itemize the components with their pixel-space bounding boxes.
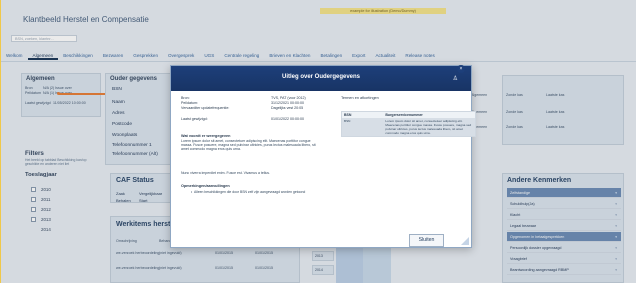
terms-title: Termen en afkortingen xyxy=(341,96,379,100)
section-title: Opmerkingen/aanvullingen xyxy=(181,184,230,188)
modal-field-value: 01/01/2022 00:00:00 xyxy=(271,117,304,121)
modal-title: Uitleg over Oudergegevens xyxy=(281,74,361,80)
modal-header: Uitleg over Oudergegevens × ♙ xyxy=(171,65,471,91)
terms-table: BSN Burgerservicenummer BSN Lorem ipsum … xyxy=(341,111,476,137)
section-text: Nunc viverra imperdiet enim. Fusce est. … xyxy=(181,171,271,175)
modal-field-value: TVS, PAT (voor 2012) xyxy=(271,96,306,100)
modal-body: Bron: TVS, PAT (voor 2012) Peildatum: 31… xyxy=(181,96,476,247)
terms-table-row: BSN Lorem ipsum dolor sit amet, consecte… xyxy=(342,118,475,136)
person-icon: ♙ xyxy=(452,76,458,82)
modal-field-label: Bron: xyxy=(181,96,190,100)
uitleg-modal: Uitleg over Oudergegevens × ♙ Bron: TVS,… xyxy=(170,65,476,248)
note-bullet: Alleen beschikkingen die door BSN zelf z… xyxy=(191,190,324,194)
close-button[interactable]: Sluiten xyxy=(409,234,444,247)
section-title: Wat voordt er weergegeven xyxy=(181,134,231,138)
modal-field-value: 31/12/2021 00:00:00 xyxy=(271,101,304,105)
resize-handle[interactable] xyxy=(461,237,469,245)
page-background: example for illustration (Demo/Dummy) Kl… xyxy=(0,0,636,283)
section-text: Lorem ipsum dolor sit amet, consectetuer… xyxy=(181,139,316,152)
close-icon[interactable]: × xyxy=(457,65,465,73)
modal-field-label: Peildatum: xyxy=(181,101,198,105)
app-frame: example for illustration (Demo/Dummy) Kl… xyxy=(0,0,636,283)
modal-field-value: Dagelijks vest 20:05 xyxy=(271,106,304,110)
terms-cell: Lorem ipsum dolor sit amet, consectetuer… xyxy=(385,119,472,135)
terms-cell: BSN xyxy=(344,119,351,123)
modal-field-label: Laatst gewijzigd: xyxy=(181,117,208,121)
modal-field-label: Vervaarditer updatefrequentie: xyxy=(181,106,230,110)
